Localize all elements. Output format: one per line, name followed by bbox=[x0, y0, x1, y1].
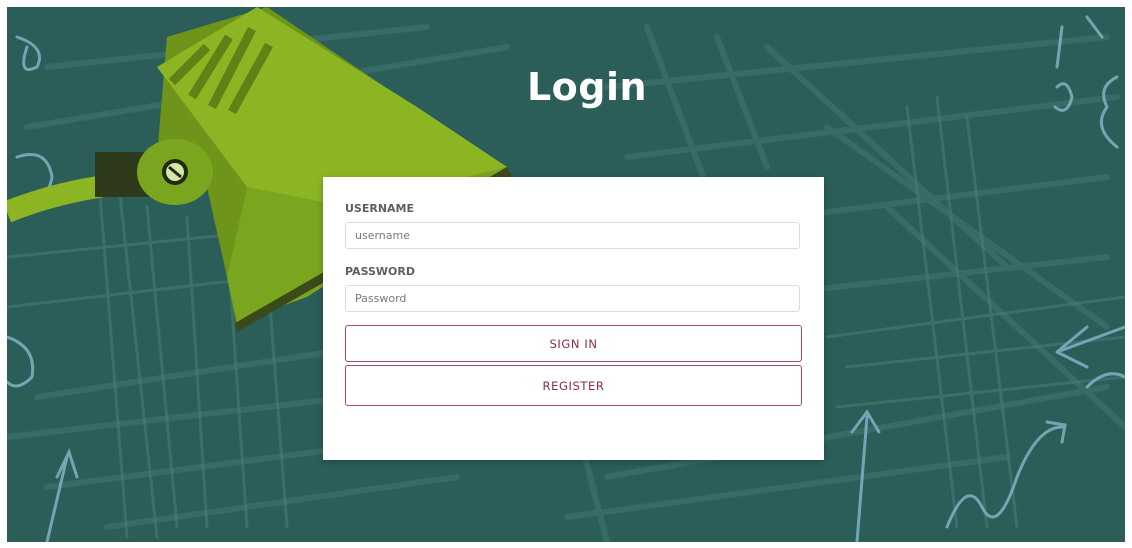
login-card: USERNAME PASSWORD SIGN IN REGISTER bbox=[323, 177, 824, 460]
username-label: USERNAME bbox=[345, 202, 415, 215]
password-label: PASSWORD bbox=[345, 265, 416, 278]
page-title: Login bbox=[526, 65, 648, 109]
sign-in-button[interactable]: SIGN IN bbox=[345, 325, 802, 362]
username-input[interactable] bbox=[345, 222, 800, 249]
register-button[interactable]: REGISTER bbox=[345, 365, 802, 406]
password-input[interactable] bbox=[345, 285, 800, 312]
login-page: Login USERNAME PASSWORD SIGN IN REGISTER bbox=[7, 7, 1125, 542]
